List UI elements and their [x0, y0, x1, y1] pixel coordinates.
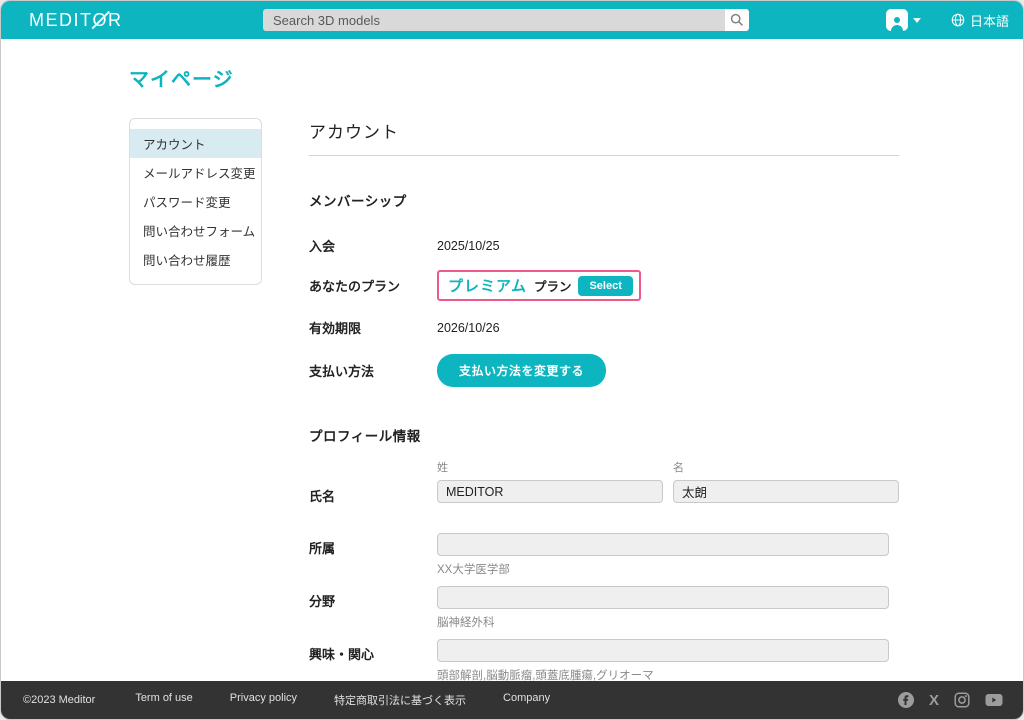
footer-link-terms[interactable]: Term of use: [135, 692, 192, 708]
logo-text-end: R: [108, 9, 123, 30]
last-name-mini-label: 姓: [437, 462, 448, 474]
plan-name: プレミアム: [448, 278, 527, 295]
expiry-label: 有効期限: [309, 321, 362, 336]
sidebar-item-contact-form[interactable]: 問い合わせフォーム: [130, 216, 261, 245]
logo-slashed-o: O: [92, 9, 109, 30]
payment-row: 支払い方法 支払い方法を変更する: [309, 354, 899, 387]
instagram-icon[interactable]: [954, 692, 970, 708]
plan-row: あなたのプラン プレミアム プラン Select: [309, 270, 899, 301]
search-icon: [730, 13, 743, 26]
main-panel: アカウント メンバーシップ 入会 2025/10/25 あなたのプラン プレミア…: [309, 118, 899, 719]
affiliation-hint: XX大学医学部: [437, 564, 510, 576]
page: MEDITOR 日本語 マイページ アカウント: [0, 0, 1024, 720]
join-date-value: 2025/10/25: [437, 238, 500, 253]
header-right: 日本語: [885, 1, 1009, 39]
logo-text: MEDIT: [29, 9, 93, 30]
affiliation-label: 所属: [309, 541, 336, 556]
interests-field[interactable]: [437, 639, 889, 662]
specialty-row: 分野 脳神経外科: [309, 586, 899, 630]
plan-label: あなたのプラン: [309, 279, 401, 294]
payment-label: 支払い方法: [309, 364, 375, 379]
plan-select-button[interactable]: Select: [578, 275, 633, 296]
account-menu-button[interactable]: [885, 9, 921, 31]
first-name-field[interactable]: [673, 480, 899, 503]
footer-link-commerce-law[interactable]: 特定商取引法に基づく表示: [334, 692, 466, 708]
plan-highlight-box: プレミアム プラン Select: [437, 270, 641, 301]
footer-link-privacy[interactable]: Privacy policy: [230, 692, 297, 708]
footer-link-company[interactable]: Company: [503, 692, 550, 708]
plan-suffix: プラン: [533, 280, 572, 294]
interests-row: 興味・関心 頭部解剖,脳動脈瘤,頭蓋底腫瘍,グリオーマ: [309, 639, 899, 683]
specialty-hint: 脳神経外科: [437, 617, 495, 629]
section-title-account: アカウント: [309, 118, 899, 156]
join-date-label: 入会: [309, 239, 336, 254]
search-button[interactable]: [725, 9, 749, 31]
page-title: マイページ: [129, 69, 234, 91]
join-date-row: 入会 2025/10/25: [309, 236, 899, 255]
affiliation-row: 所属 XX大学医学部: [309, 533, 899, 577]
first-name-mini-label: 名: [673, 462, 684, 474]
interests-label: 興味・関心: [309, 647, 375, 662]
affiliation-field[interactable]: [437, 533, 889, 556]
copyright: ©2023 Meditor: [23, 694, 96, 706]
account-sidebar: アカウント メールアドレス変更 パスワード変更 問い合わせフォーム 問い合わせ履…: [129, 118, 262, 285]
chevron-down-icon: [912, 17, 921, 23]
specialty-field[interactable]: [437, 586, 889, 609]
last-name-field[interactable]: [437, 480, 663, 503]
specialty-label: 分野: [309, 594, 336, 609]
language-selector[interactable]: 日本語: [951, 11, 1009, 30]
expiry-row: 有効期限 2026/10/26: [309, 318, 899, 337]
name-row: 氏名 姓 名: [309, 459, 899, 505]
x-icon[interactable]: X: [929, 693, 939, 708]
profile-heading: プロフィール情報: [309, 429, 421, 444]
app-header: MEDITOR 日本語: [1, 1, 1023, 39]
sidebar-item-account[interactable]: アカウント: [130, 129, 261, 158]
search-form: [263, 9, 749, 31]
name-label: 氏名: [309, 489, 336, 504]
membership-heading: メンバーシップ: [309, 194, 407, 209]
search-input[interactable]: [263, 9, 725, 31]
meditor-logo[interactable]: MEDITOR: [29, 10, 123, 31]
expiry-value: 2026/10/26: [437, 320, 500, 335]
footer-links: Term of use Privacy policy 特定商取引法に基づく表示 …: [135, 692, 550, 708]
sidebar-item-contact-history[interactable]: 問い合わせ履歴: [130, 245, 261, 274]
user-icon: [890, 17, 903, 31]
globe-icon: [951, 13, 965, 27]
footer: ©2023 Meditor Term of use Privacy policy…: [1, 681, 1023, 719]
avatar: [885, 9, 908, 31]
language-label: 日本語: [969, 13, 1009, 29]
content: マイページ アカウント メールアドレス変更 パスワード変更 問い合わせフォーム …: [1, 39, 1023, 719]
sidebar-item-email-change[interactable]: メールアドレス変更: [130, 158, 261, 187]
facebook-icon[interactable]: [897, 692, 914, 708]
change-payment-button[interactable]: 支払い方法を変更する: [437, 354, 607, 387]
footer-social: X: [897, 692, 1003, 708]
youtube-icon[interactable]: [985, 693, 1003, 707]
sidebar-item-password-change[interactable]: パスワード変更: [130, 187, 261, 216]
